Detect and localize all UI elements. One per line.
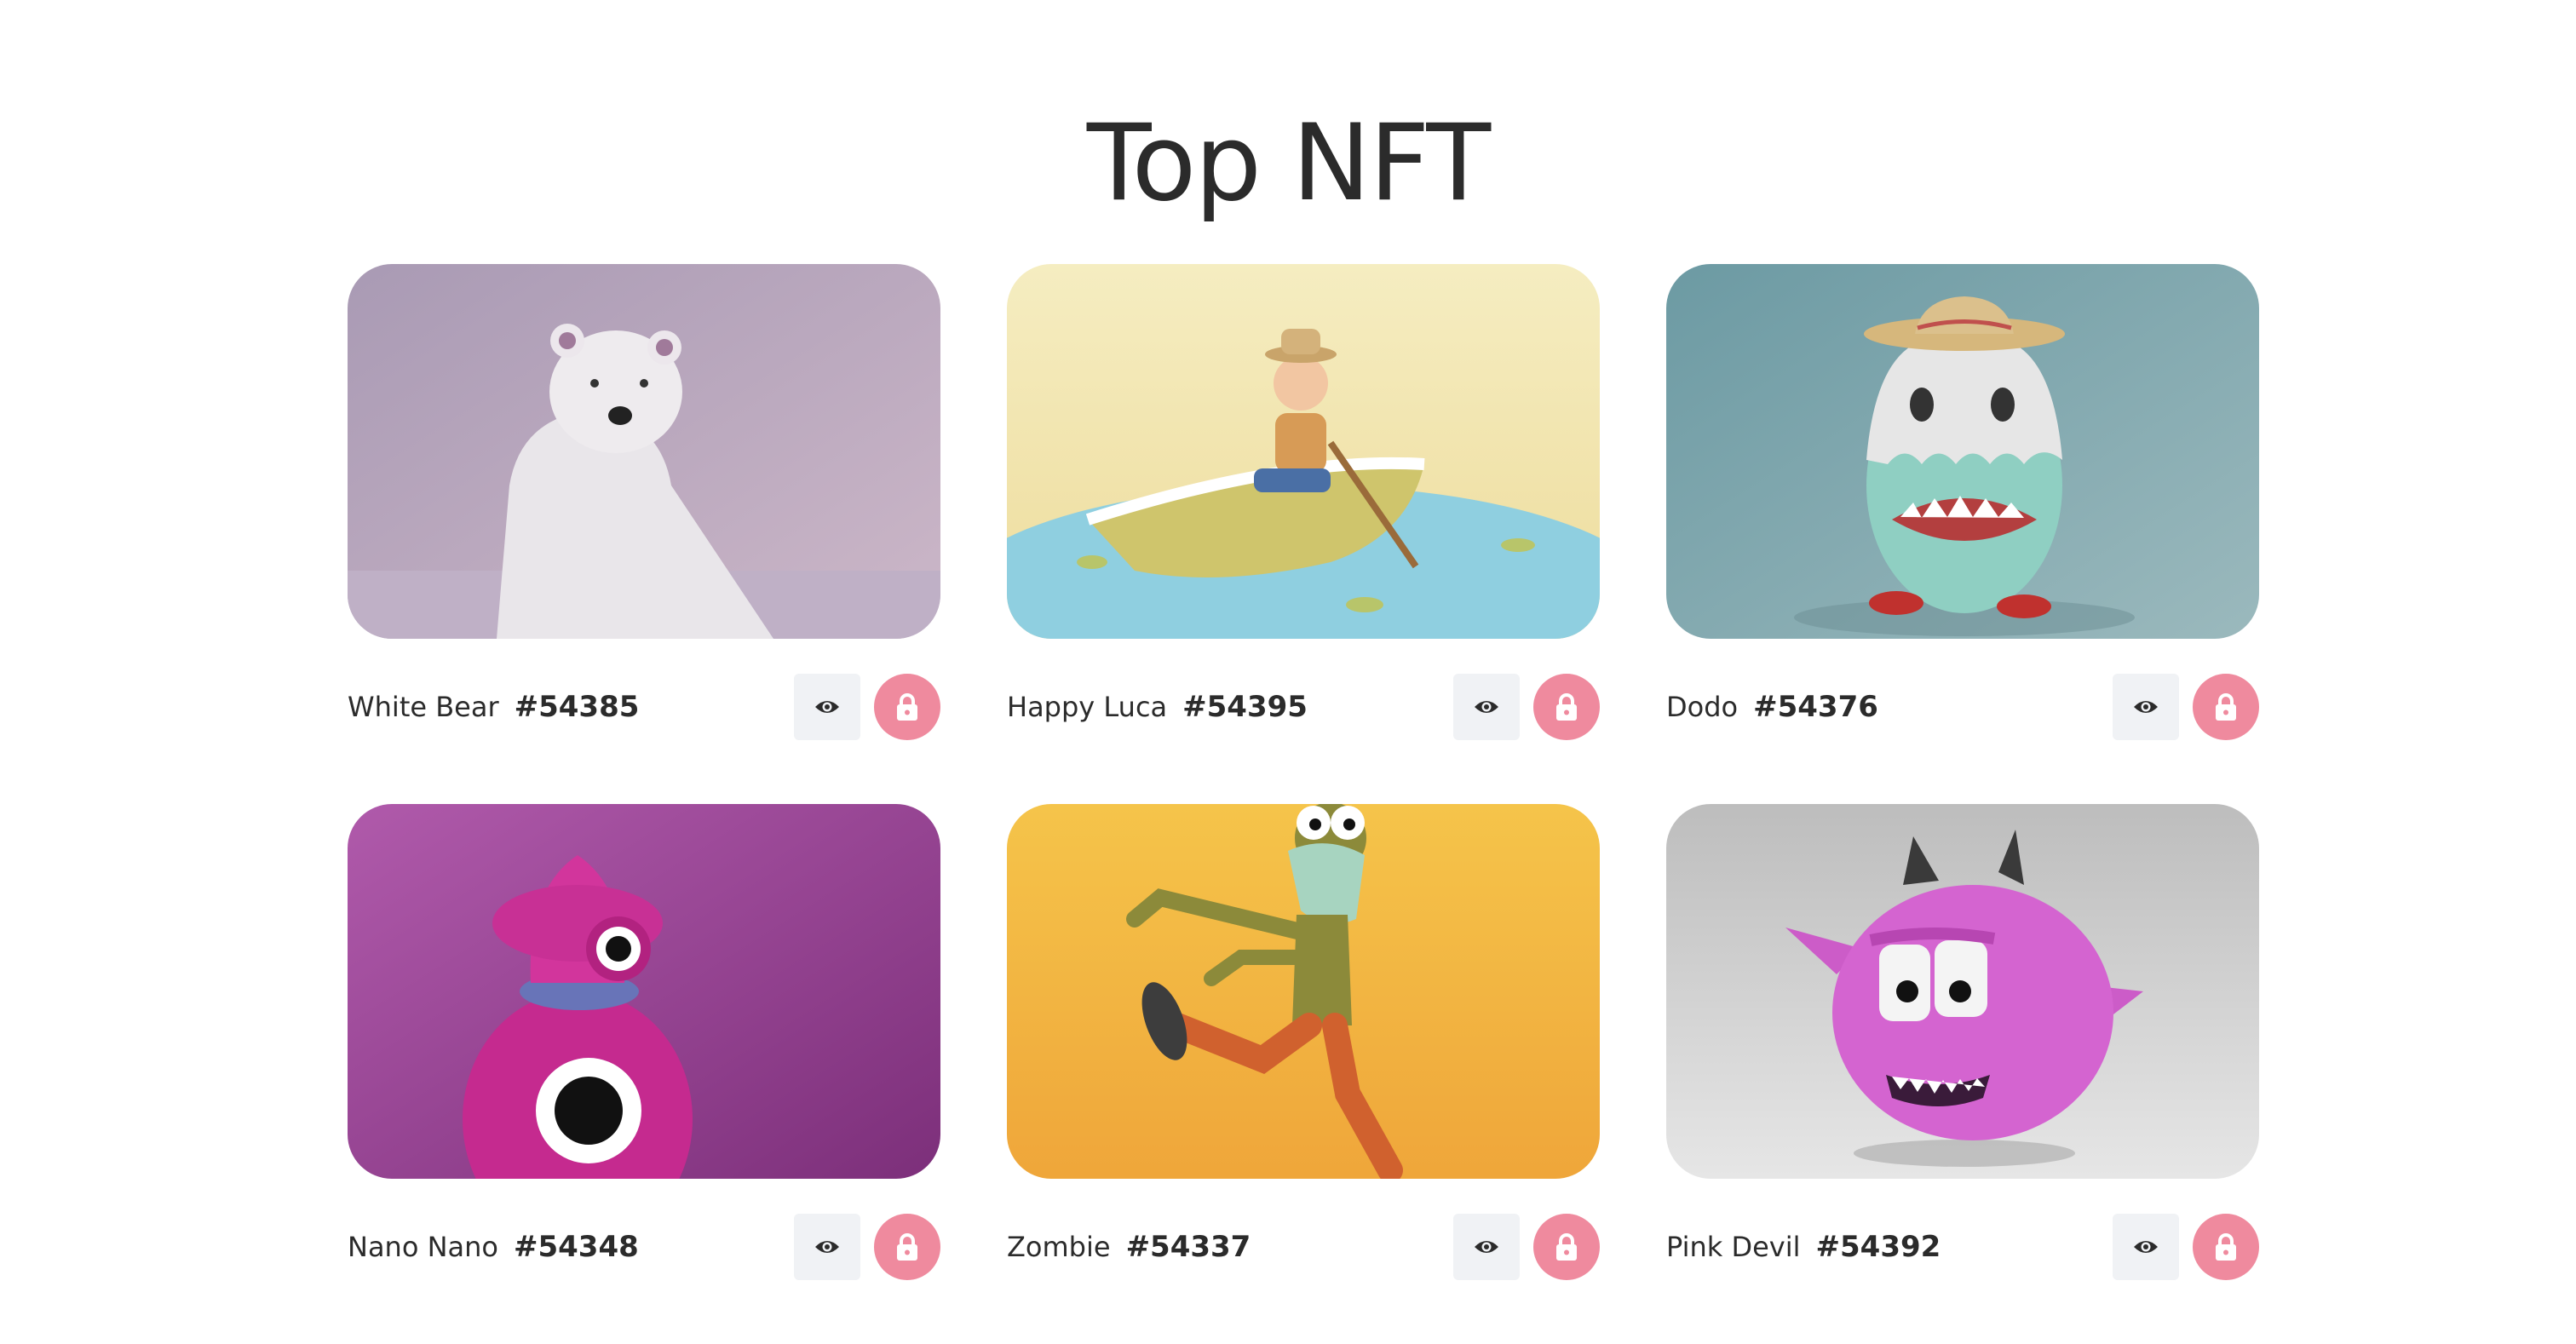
lock-icon: [2216, 1233, 2236, 1261]
nft-id: #54337: [1125, 1230, 1251, 1264]
nft-card: Happy Luca #54395: [1007, 264, 1600, 804]
eye-icon: [2134, 1241, 2158, 1253]
nft-meta: Zombie #54337: [1007, 1213, 1600, 1281]
lock-button[interactable]: [2193, 1214, 2259, 1280]
nft-card: White Bear #54385: [348, 264, 940, 804]
nft-actions: [2113, 1214, 2259, 1280]
lock-button[interactable]: [874, 1214, 940, 1280]
view-button[interactable]: [794, 674, 860, 740]
lock-button[interactable]: [2193, 674, 2259, 740]
nft-meta: Nano Nano #54348: [348, 1213, 940, 1281]
dodo-image[interactable]: [1666, 264, 2259, 639]
eye-icon: [815, 1241, 839, 1253]
nft-meta: Pink Devil #54392: [1666, 1213, 2259, 1281]
eye-icon: [2134, 701, 2158, 713]
nft-actions: [1453, 674, 1600, 740]
nft-id: #54348: [513, 1230, 639, 1264]
nft-name: Happy Luca: [1007, 691, 1168, 723]
nft-card: Dodo #54376: [1666, 264, 2259, 804]
nft-id: #54376: [1753, 690, 1878, 724]
lock-icon: [897, 693, 917, 721]
eye-icon: [1475, 1241, 1498, 1253]
nft-card: Zombie #54337: [1007, 804, 1600, 1344]
lock-button[interactable]: [1533, 1214, 1600, 1280]
nano-nano-image[interactable]: [348, 804, 940, 1179]
nft-name: Pink Devil: [1666, 1231, 1801, 1263]
nft-name: Zombie: [1007, 1231, 1111, 1263]
nft-card: Nano Nano #54348: [348, 804, 940, 1344]
view-button[interactable]: [2113, 1214, 2179, 1280]
nft-meta: Happy Luca #54395: [1007, 673, 1600, 741]
white-bear-image[interactable]: [348, 264, 940, 639]
lock-button[interactable]: [1533, 674, 1600, 740]
nft-name: Dodo: [1666, 691, 1739, 723]
nft-meta: White Bear #54385: [348, 673, 940, 741]
nft-actions: [1453, 1214, 1600, 1280]
view-button[interactable]: [794, 1214, 860, 1280]
nft-actions: [794, 1214, 940, 1280]
happy-luca-image[interactable]: [1007, 264, 1600, 639]
eye-icon: [1475, 701, 1498, 713]
lock-button[interactable]: [874, 674, 940, 740]
lock-icon: [2216, 693, 2236, 721]
lock-icon: [897, 1233, 917, 1261]
eye-icon: [815, 701, 839, 713]
nft-actions: [2113, 674, 2259, 740]
pink-devil-image[interactable]: [1666, 804, 2259, 1179]
nft-id: #54392: [1815, 1230, 1941, 1264]
nft-name: White Bear: [348, 691, 499, 723]
nft-grid: White Bear #54385 Happy Luca #54395 Dodo…: [348, 264, 2259, 1344]
nft-meta: Dodo #54376: [1666, 673, 2259, 741]
lock-icon: [1556, 1233, 1577, 1261]
lock-icon: [1556, 693, 1577, 721]
view-button[interactable]: [2113, 674, 2179, 740]
nft-id: #54395: [1182, 690, 1308, 724]
zombie-image[interactable]: [1007, 804, 1600, 1179]
page-title: Top NFT: [1086, 102, 1491, 225]
nft-name: Nano Nano: [348, 1231, 498, 1263]
nft-card: Pink Devil #54392: [1666, 804, 2259, 1344]
view-button[interactable]: [1453, 674, 1520, 740]
nft-actions: [794, 674, 940, 740]
view-button[interactable]: [1453, 1214, 1520, 1280]
nft-id: #54385: [514, 690, 640, 724]
